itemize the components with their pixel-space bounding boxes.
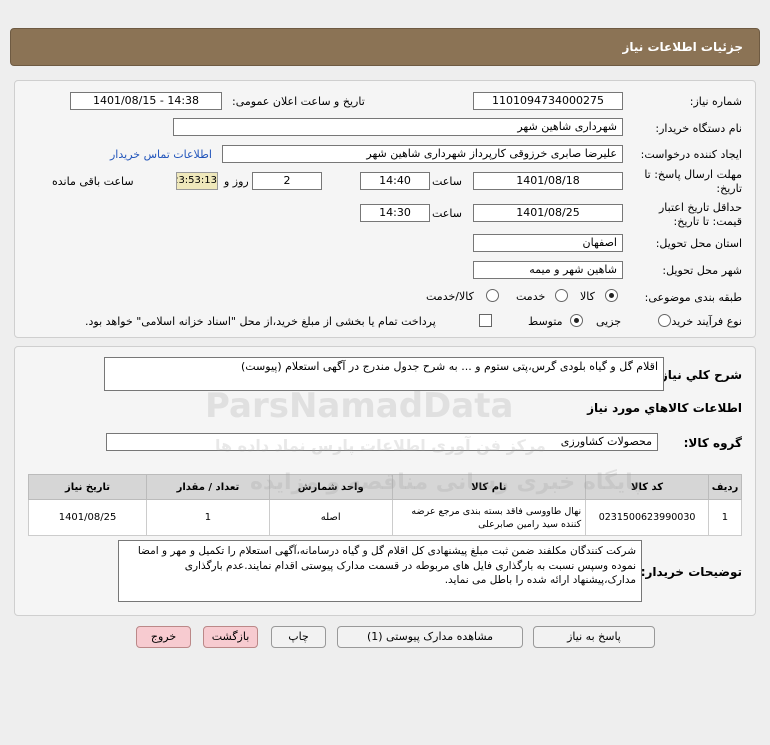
buyer-org-field: شهرداری شاهین شهر: [173, 118, 623, 136]
category-service-radio[interactable]: [555, 289, 568, 302]
view-attachments-button[interactable]: مشاهده مدارک پیوستی (1): [337, 626, 523, 648]
col-date: تاریخ نیاز: [27, 474, 148, 500]
cell-qty: 1: [146, 499, 270, 536]
back-button[interactable]: بازگشت: [203, 626, 258, 648]
creator-label: ایجاد کننده درخواست:: [640, 148, 742, 161]
cell-name: نهال طاووسی فاقد بسته بندی مرجع عرضه کنن…: [391, 499, 587, 536]
buyer-notes-label: توضیحات خریدار:: [640, 565, 742, 579]
remaining-time-field: 23:53:13: [176, 172, 218, 190]
col-code: کد کالا: [585, 474, 709, 500]
province-label: استان محل تحویل:: [655, 237, 742, 250]
reply-time-field: 14:40: [360, 172, 430, 190]
cell-code: 0231500623990030: [585, 499, 709, 536]
validity-label-2: قیمت: تا تاریخ:: [673, 215, 742, 228]
goods-group-field: محصولات کشاورزی: [106, 433, 658, 451]
buyer-contact-link[interactable]: اطلاعات تماس خریدار: [110, 148, 212, 161]
reply-date-field: 1401/08/18: [473, 172, 623, 190]
need-number-field: 1101094734000275: [473, 92, 623, 110]
goods-group-label: گروه کالا:: [683, 436, 742, 450]
goods-section-title: اطلاعات کالاهاي مورد نياز: [587, 401, 742, 415]
reply-time-label: ساعت: [432, 175, 462, 188]
reply-deadline-label-2: تاریخ:: [716, 182, 742, 195]
category-service-label: خدمت: [516, 290, 546, 303]
col-row: ردیف: [707, 474, 743, 500]
buyer-notes-field: شرکت کنندگان مکلفند ضمن ثبت مبلغ پیشنهاد…: [118, 540, 642, 602]
exit-button[interactable]: خروج: [136, 626, 191, 648]
cell-unit: اصله: [268, 499, 393, 536]
page-title: جزئیات اطلاعات نیاز: [622, 40, 743, 54]
category-goods-radio[interactable]: [605, 289, 618, 302]
province-field: اصفهان: [473, 234, 623, 252]
announce-datetime-field: 1401/08/15 - 14:38: [70, 92, 222, 110]
summary-label: شرح کلي نياز:: [656, 368, 742, 382]
page-header: جزئیات اطلاعات نیاز: [10, 28, 760, 66]
category-goods-service-label: کالا/خدمت: [426, 290, 474, 303]
category-goods-service-radio[interactable]: [486, 289, 499, 302]
category-goods-label: کالا: [580, 290, 595, 303]
goods-table-header: ردیف کد کالا نام کالا واحد شمارش تعداد /…: [27, 474, 743, 500]
city-field: شاهین شهر و میمه: [473, 261, 623, 279]
announce-datetime-label: تاریخ و ساعت اعلان عمومی:: [232, 95, 365, 108]
days-remaining-field: 2: [252, 172, 322, 190]
creator-field: علیرضا صابری خرزوقی کارپرداز شهرداری شاه…: [222, 145, 623, 163]
goods-table: ردیف کد کالا نام کالا واحد شمارش تعداد /…: [27, 474, 743, 536]
treasury-note: پرداخت تمام یا بخشی از مبلغ خرید،از محل …: [85, 315, 436, 328]
city-label: شهر محل تحویل:: [662, 264, 742, 277]
validity-time-label: ساعت: [432, 207, 462, 220]
process-minor-label: جزیی: [596, 315, 622, 328]
col-qty: تعداد / مقدار: [146, 474, 270, 500]
validity-time-field: 14:30: [360, 204, 430, 222]
summary-field: اقلام گل و گیاه بلودی گرس،پتی ستوم و ...…: [104, 357, 664, 391]
buyer-org-label: نام دستگاه خریدار:: [655, 122, 742, 135]
process-medium-radio[interactable]: [570, 314, 583, 327]
print-button[interactable]: چاپ: [271, 626, 326, 648]
need-number-label: شماره نیاز:: [689, 95, 742, 108]
validity-label: حداقل تاریخ اعتبار: [658, 201, 742, 214]
col-name: نام کالا: [391, 474, 587, 500]
cell-date: 1401/08/25: [27, 499, 148, 536]
validity-date-field: 1401/08/25: [473, 204, 623, 222]
process-medium-label: متوسط: [528, 315, 563, 328]
days-label: روز و: [224, 175, 249, 188]
cell-row: 1: [707, 499, 743, 536]
treasury-checkbox[interactable]: [479, 314, 492, 327]
table-row: 1 0231500623990030 نهال طاووسی فاقد بسته…: [27, 499, 743, 536]
category-label: طبقه بندی موضوعی:: [644, 291, 742, 304]
reply-deadline-label: مهلت ارسال پاسخ: تا: [644, 168, 742, 181]
reply-button[interactable]: پاسخ به نیاز: [533, 626, 655, 648]
process-minor-radio[interactable]: [658, 314, 671, 327]
process-type-label: نوع فرآیند خرید :: [664, 315, 742, 328]
col-unit: واحد شمارش: [268, 474, 393, 500]
remaining-time-label: ساعت باقی مانده: [52, 175, 134, 188]
